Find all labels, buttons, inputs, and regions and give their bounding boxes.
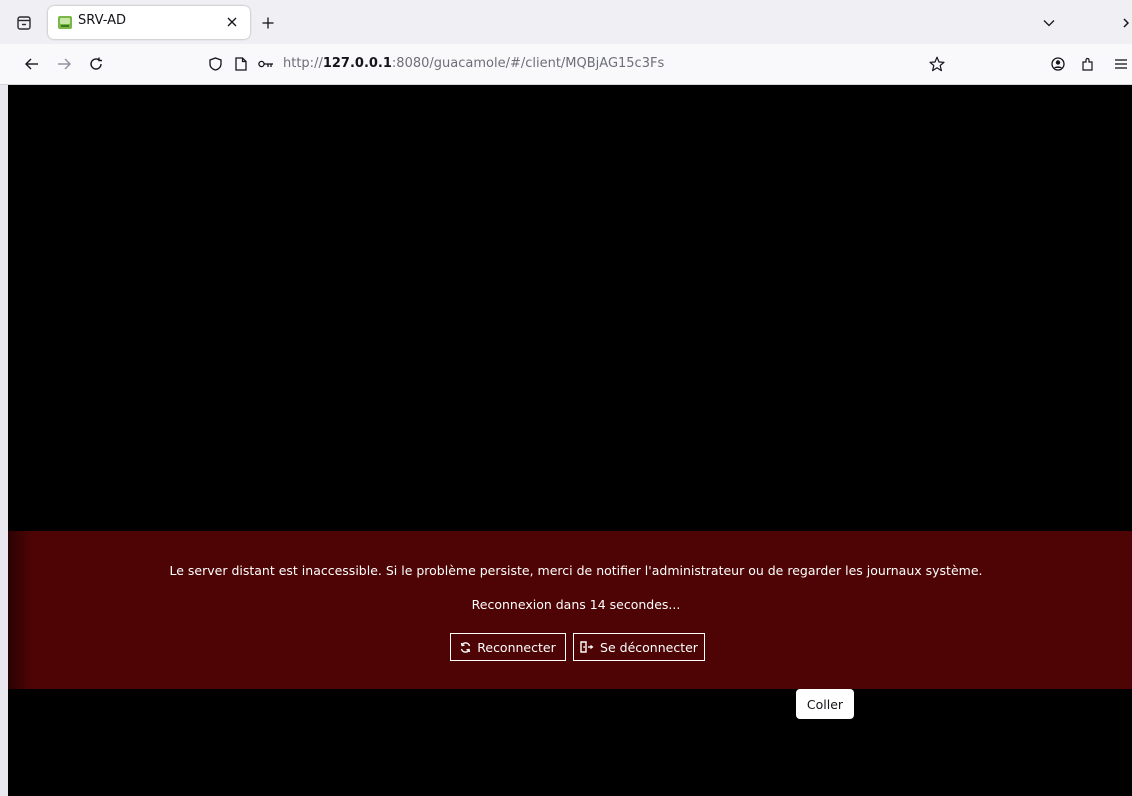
tab-list-icon [17,16,31,30]
remote-display[interactable] [8,85,1132,796]
reconnect-countdown: Reconnexion dans 14 secondes... [471,597,681,612]
hamburger-menu-icon [1115,59,1127,69]
page-icon [235,57,247,71]
close-icon [227,17,237,27]
reload-icon [90,57,102,70]
list-all-tabs-button[interactable] [1040,14,1058,32]
paste-label: Coller [806,696,844,712]
page-info-icon[interactable] [232,55,250,73]
connection-error-banner: Le server distant est inaccessible. Si l… [8,531,1132,689]
account-icon [1051,57,1065,71]
reload-icon [461,641,471,653]
guacamole-favicon-icon [58,16,72,29]
reconnect-label: Reconnecter [477,639,556,655]
reconnect-button[interactable]: Reconnecter [450,633,566,661]
chevron-right-icon [1123,18,1129,28]
account-button[interactable] [1047,53,1069,75]
tracking-protection-icon[interactable] [206,55,224,73]
bookmark-button[interactable] [928,55,946,73]
chevron-down-icon [1043,20,1055,27]
plus-icon [262,17,274,29]
forward-button[interactable] [53,53,75,75]
key-icon [258,60,273,68]
url-text[interactable]: http://127.0.0.1:8080/guacamole/#/client… [283,56,664,71]
tab-srv-ad[interactable]: SRV-AD [48,6,250,39]
url-path: :8080/guacamole/#/client/MQBjAG15c3Fs [391,56,665,71]
disconnect-label: Se déconnecter [600,639,698,655]
tab-bar: SRV-AD [0,0,1132,45]
tab-close-button[interactable] [224,14,240,30]
key-permission-icon[interactable] [257,55,275,73]
paste-menu-item[interactable]: Coller [796,689,854,719]
error-message: Le server distant est inaccessible. Si l… [169,563,983,578]
url-host: 127.0.0.1 [322,56,392,71]
disconnect-button[interactable]: Se déconnecter [573,633,705,661]
tab-overflow-button[interactable] [1123,14,1132,32]
arrow-left-icon [25,58,38,70]
shield-icon [208,57,222,71]
logout-icon [580,641,594,653]
extensions-button[interactable] [1077,53,1099,75]
tab-title: SRV-AD [78,13,127,28]
puzzle-icon [1082,57,1093,71]
star-icon [929,56,945,72]
window-frame-left [0,0,8,796]
reload-button[interactable] [85,53,107,75]
app-menu-button[interactable] [1110,53,1132,75]
new-tab-button[interactable] [258,13,278,33]
navigation-bar: http://127.0.0.1:8080/guacamole/#/client… [0,44,1132,85]
firefox-view-button[interactable] [13,12,35,34]
address-bar[interactable]: http://127.0.0.1:8080/guacamole/#/client… [196,50,952,78]
url-prefix: http:// [283,56,323,71]
back-button[interactable] [21,53,43,75]
arrow-right-icon [58,58,71,70]
